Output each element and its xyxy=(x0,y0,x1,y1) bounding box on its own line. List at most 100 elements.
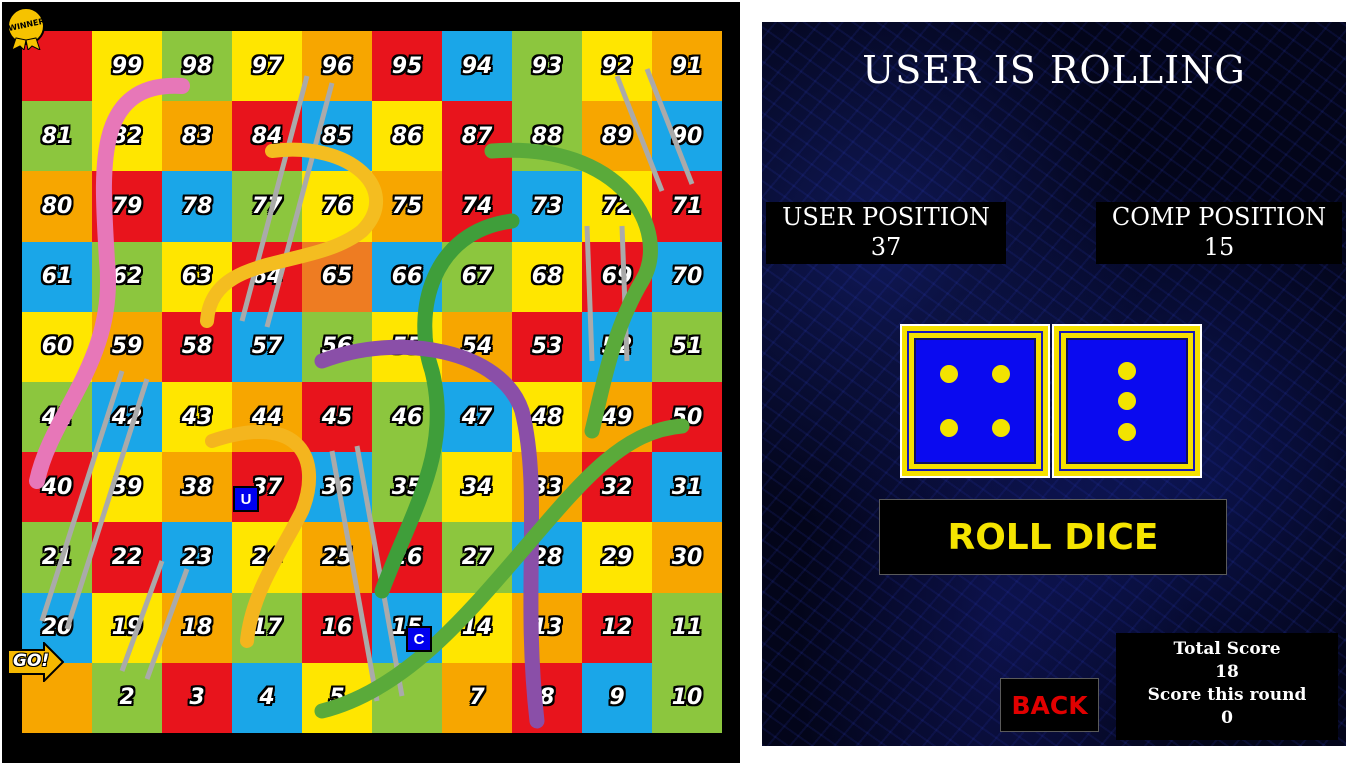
square-number: 65 xyxy=(321,264,353,290)
square-number: 75 xyxy=(391,193,423,219)
board-square: 43 xyxy=(162,381,232,453)
go-label: GO! xyxy=(13,651,50,671)
board-square: 52 xyxy=(582,311,652,382)
board-square: 99 xyxy=(92,31,162,102)
board-square: 76 xyxy=(302,171,372,242)
square-number: 68 xyxy=(531,264,563,290)
board-square: 97 xyxy=(232,31,302,102)
total-score-value: 18 xyxy=(1215,662,1239,682)
comp-token: C xyxy=(406,626,432,652)
board-square xyxy=(372,662,442,733)
board-square: 28 xyxy=(512,522,582,593)
board-square: 7 xyxy=(442,662,512,733)
square-number: 62 xyxy=(111,264,143,290)
board-square: 35 xyxy=(372,452,442,523)
board-square: 53 xyxy=(512,311,582,382)
board-square: 69 xyxy=(582,241,652,312)
comp-position-box: COMP POSITION 15 xyxy=(1096,202,1342,264)
board-square: 78 xyxy=(162,171,232,242)
board-square: 67 xyxy=(442,241,512,312)
square-number: 70 xyxy=(671,264,703,290)
square-number: 82 xyxy=(111,123,143,149)
board-square: 47 xyxy=(442,381,512,453)
board-square: 50 xyxy=(652,381,722,453)
board-square: 45 xyxy=(302,381,372,453)
die-pip xyxy=(1118,392,1136,410)
square-number: 46 xyxy=(391,404,423,430)
square-number: 9 xyxy=(609,685,625,711)
square-number: 17 xyxy=(251,615,283,641)
square-number: 27 xyxy=(461,544,493,570)
board-square: 49 xyxy=(582,381,652,453)
board-square: 24 xyxy=(232,522,302,593)
board-square: 86 xyxy=(372,101,442,172)
total-score-label: Total Score xyxy=(1173,639,1281,659)
board-square: 2 xyxy=(92,662,162,733)
square-number: 69 xyxy=(601,264,633,290)
square-number: 71 xyxy=(671,193,703,219)
score-box: Total Score 18 Score this round 0 xyxy=(1116,633,1338,740)
square-number: 60 xyxy=(41,334,73,360)
square-number: 12 xyxy=(601,615,633,641)
board-square: 60 xyxy=(22,311,92,382)
square-number: 90 xyxy=(671,123,703,149)
go-sign: GO! xyxy=(6,640,65,684)
round-score-value: 0 xyxy=(1221,708,1233,728)
square-number: 2 xyxy=(119,685,135,711)
board-square: 29 xyxy=(582,522,652,593)
square-number: 36 xyxy=(321,474,353,500)
board-square: 71 xyxy=(652,171,722,242)
square-number: 67 xyxy=(461,264,493,290)
board-square: 96 xyxy=(302,31,372,102)
square-number: 57 xyxy=(251,334,283,360)
board-square: 90 xyxy=(652,101,722,172)
board-square: 51 xyxy=(652,311,722,382)
square-number: 40 xyxy=(41,474,73,500)
user-position-label: USER POSITION xyxy=(782,203,990,231)
square-number: 59 xyxy=(111,334,143,360)
square-number: 41 xyxy=(41,404,73,430)
board-square: 16 xyxy=(302,592,372,663)
square-number: 92 xyxy=(601,53,633,79)
square-number: 45 xyxy=(321,404,353,430)
board-square: 12 xyxy=(582,592,652,663)
game-board: 99 98 97 96 95 94 93 92 91 81 82 83 84 85 86 87 88 89 90 80… xyxy=(22,31,722,733)
back-button[interactable]: BACK xyxy=(1000,678,1099,732)
square-number: 76 xyxy=(321,193,353,219)
square-number: 32 xyxy=(601,474,633,500)
square-number: 73 xyxy=(531,193,563,219)
square-number: 98 xyxy=(181,53,213,79)
square-number: 14 xyxy=(461,615,493,641)
square-number: 95 xyxy=(391,53,423,79)
board-square: 33 xyxy=(512,452,582,523)
square-number: 84 xyxy=(251,123,283,149)
board-square: 22 xyxy=(92,522,162,593)
square-number: 38 xyxy=(181,474,213,500)
board-square: 30 xyxy=(652,522,722,593)
board-square: 61 xyxy=(22,241,92,312)
square-number: 56 xyxy=(321,334,353,360)
board-square: 98 xyxy=(162,31,232,102)
square-number: 18 xyxy=(181,615,213,641)
round-score-label: Score this round xyxy=(1147,685,1307,705)
square-number: 19 xyxy=(111,615,143,641)
roll-dice-button[interactable]: ROLL DICE xyxy=(879,499,1227,575)
square-number: 43 xyxy=(181,404,213,430)
board-square: 73 xyxy=(512,171,582,242)
die-pip xyxy=(940,418,959,437)
user-position-value: 37 xyxy=(870,233,902,261)
square-number: 81 xyxy=(41,123,73,149)
board-square: 10 xyxy=(652,662,722,733)
board-square: 95 xyxy=(372,31,442,102)
square-number: 64 xyxy=(251,264,283,290)
square-number: 20 xyxy=(41,615,73,641)
square-number: 4 xyxy=(259,685,275,711)
die-right xyxy=(1052,324,1202,478)
board-square: 81 xyxy=(22,101,92,172)
square-number: 48 xyxy=(531,404,563,430)
square-number: 51 xyxy=(671,334,703,360)
board-square: 79 xyxy=(92,171,162,242)
square-number: 74 xyxy=(461,193,493,219)
board-square: 34 xyxy=(442,452,512,523)
square-number: 96 xyxy=(321,53,353,79)
